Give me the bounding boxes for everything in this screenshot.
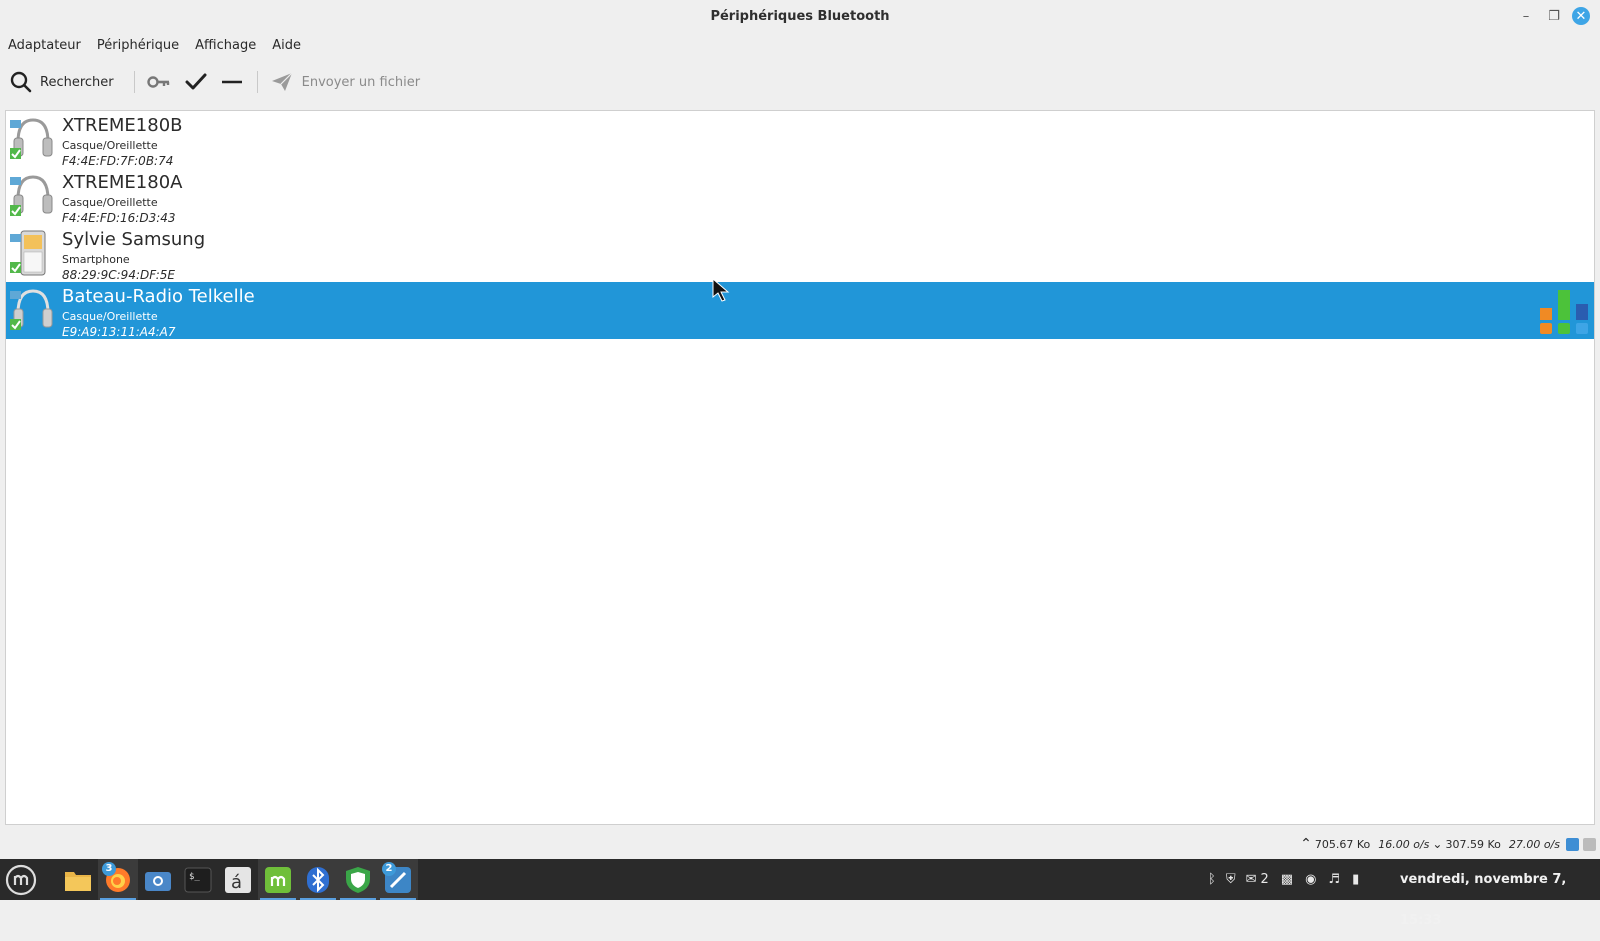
signal-strength-icon bbox=[1540, 290, 1588, 334]
notifications-count: 2 bbox=[1260, 872, 1269, 887]
device-type: Casque/Oreillette bbox=[62, 310, 158, 323]
maximize-button[interactable]: ❐ bbox=[1544, 6, 1564, 26]
firefox-badge: 3 bbox=[102, 862, 116, 876]
device-type: Casque/Oreillette bbox=[62, 139, 158, 152]
device-type: Casque/Oreillette bbox=[62, 196, 158, 209]
toolbar: Rechercher Envoyer un fichier bbox=[0, 64, 1600, 100]
search-icon bbox=[10, 71, 32, 93]
mintupdate-launcher[interactable] bbox=[258, 859, 298, 900]
terminal-launcher[interactable]: $_ bbox=[178, 859, 218, 900]
power-icon[interactable]: ▮ bbox=[1352, 872, 1359, 887]
screenshot-launcher[interactable] bbox=[138, 859, 178, 900]
charmap-launcher[interactable]: á bbox=[218, 859, 258, 900]
send-icon bbox=[271, 72, 293, 91]
device-status-icon bbox=[1583, 837, 1596, 851]
close-button[interactable]: ✕ bbox=[1572, 7, 1590, 25]
device-name: XTREME180A bbox=[62, 172, 183, 193]
checkmark-icon bbox=[185, 73, 207, 90]
search-label: Rechercher bbox=[40, 74, 114, 90]
upload-total: 705.67 Ko bbox=[1314, 837, 1371, 851]
clock[interactable]: vendredi, novembre 7, 15:33 bbox=[1400, 859, 1600, 928]
device-row[interactable]: Sylvie Samsung Smartphone 88:29:9C:94:DF… bbox=[6, 225, 1594, 282]
search-button[interactable]: Rechercher bbox=[10, 64, 114, 100]
minus-icon bbox=[221, 80, 242, 84]
window-title: Périphériques Bluetooth bbox=[710, 9, 890, 24]
terminal-icon: $_ bbox=[184, 867, 212, 892]
device-name: Sylvie Samsung bbox=[62, 229, 206, 250]
system-tray: ᛒ ⛨ ✉ 2 ▩ ◉ ♬ ▮ bbox=[1208, 859, 1359, 900]
svg-text:á: á bbox=[231, 872, 242, 893]
toolbar-separator bbox=[256, 71, 258, 93]
device-address: 88:29:9C:94:DF:5E bbox=[62, 268, 175, 282]
volume-icon[interactable]: ♬ bbox=[1328, 872, 1340, 887]
device-address: F4:4E:FD:16:D3:43 bbox=[62, 211, 176, 225]
download-rate: 27.00 o/s bbox=[1508, 837, 1560, 851]
bluetooth-tray-icon[interactable]: ᛒ bbox=[1208, 872, 1216, 887]
device-row-selected[interactable]: Bateau-Radio Telkelle Casque/Oreillette … bbox=[6, 282, 1594, 339]
send-label: Envoyer un fichier bbox=[301, 74, 421, 90]
upload-rate: 16.00 o/s bbox=[1378, 837, 1430, 851]
camera-icon bbox=[145, 871, 171, 891]
pair-button[interactable] bbox=[146, 64, 171, 100]
key-icon bbox=[146, 76, 169, 88]
upload-arrow-icon: ⌃ bbox=[1300, 836, 1312, 852]
svg-text:$_: $_ bbox=[189, 872, 200, 882]
menubar: Adaptateur Périphérique Affichage Aide bbox=[0, 35, 309, 57]
menu-peripherique[interactable]: Périphérique bbox=[97, 35, 179, 57]
firewall-launcher[interactable] bbox=[338, 859, 378, 900]
bluetooth-icon bbox=[307, 866, 329, 893]
taskbar: 3 $_ á 2 ᛒ ⛨ ✉ 2 ▩ ◉ ♬ ▮ vendredi, novem… bbox=[0, 859, 1600, 928]
firefox-launcher[interactable]: 3 bbox=[98, 859, 138, 900]
device-row[interactable]: XTREME180A Casque/Oreillette F4:4E:FD:16… bbox=[6, 168, 1594, 225]
send-file-button[interactable]: Envoyer un fichier bbox=[270, 64, 420, 100]
toolbar-separator bbox=[133, 71, 135, 93]
bluetooth-window: Périphériques Bluetooth – ❐ ✕ Adaptateur… bbox=[0, 0, 1600, 859]
clipboard-icon[interactable]: ▩ bbox=[1281, 872, 1293, 887]
bluetooth-status-icon bbox=[1566, 837, 1579, 851]
menu-affichage[interactable]: Affichage bbox=[195, 35, 256, 57]
download-total: 307.59 Ko bbox=[1445, 837, 1501, 851]
device-row[interactable]: XTREME180B Casque/Oreillette F4:4E:FD:7F… bbox=[6, 111, 1594, 168]
folder-icon bbox=[65, 871, 91, 891]
menu-aide[interactable]: Aide bbox=[272, 35, 301, 57]
wifi-icon[interactable]: ◉ bbox=[1305, 872, 1316, 887]
device-type: Smartphone bbox=[62, 253, 130, 266]
files-launcher[interactable] bbox=[58, 859, 98, 900]
transfer-status: ⌃ 705.67 Ko 16.00 o/s ⌄ 307.59 Ko 27.00 … bbox=[1300, 835, 1600, 853]
device-address: E9:A9:13:11:A4:A7 bbox=[62, 325, 176, 339]
download-arrow-icon: ⌄ bbox=[1432, 837, 1443, 851]
device-list: XTREME180B Casque/Oreillette F4:4E:FD:7F… bbox=[5, 110, 1595, 825]
remove-button[interactable] bbox=[221, 64, 243, 100]
editor-badge: 2 bbox=[382, 862, 396, 876]
mint-logo-icon bbox=[5, 864, 37, 895]
trust-button[interactable] bbox=[185, 64, 207, 100]
device-address: F4:4E:FD:7F:0B:74 bbox=[62, 154, 174, 168]
device-name: XTREME180B bbox=[62, 115, 183, 136]
menu-button[interactable] bbox=[1, 859, 41, 900]
shield-icon bbox=[346, 866, 370, 893]
editor-launcher[interactable]: 2 bbox=[378, 859, 418, 900]
phone-icon bbox=[10, 230, 46, 276]
bluetooth-launcher[interactable] bbox=[298, 859, 338, 900]
headset-icon bbox=[10, 289, 53, 330]
minimize-button[interactable]: – bbox=[1516, 6, 1536, 26]
mint-update-icon bbox=[265, 866, 291, 893]
mouse-cursor-icon bbox=[712, 278, 730, 302]
notifications-icon[interactable]: ✉ bbox=[1246, 872, 1257, 887]
device-name: Bateau-Radio Telkelle bbox=[62, 286, 255, 307]
headset-icon bbox=[10, 175, 53, 216]
character-map-icon: á bbox=[225, 866, 251, 893]
shield-tray-icon[interactable]: ⛨ bbox=[1226, 872, 1236, 887]
menu-adaptateur[interactable]: Adaptateur bbox=[8, 35, 81, 57]
titlebar[interactable]: Périphériques Bluetooth – ❐ ✕ bbox=[0, 0, 1600, 33]
headset-icon bbox=[10, 118, 53, 159]
